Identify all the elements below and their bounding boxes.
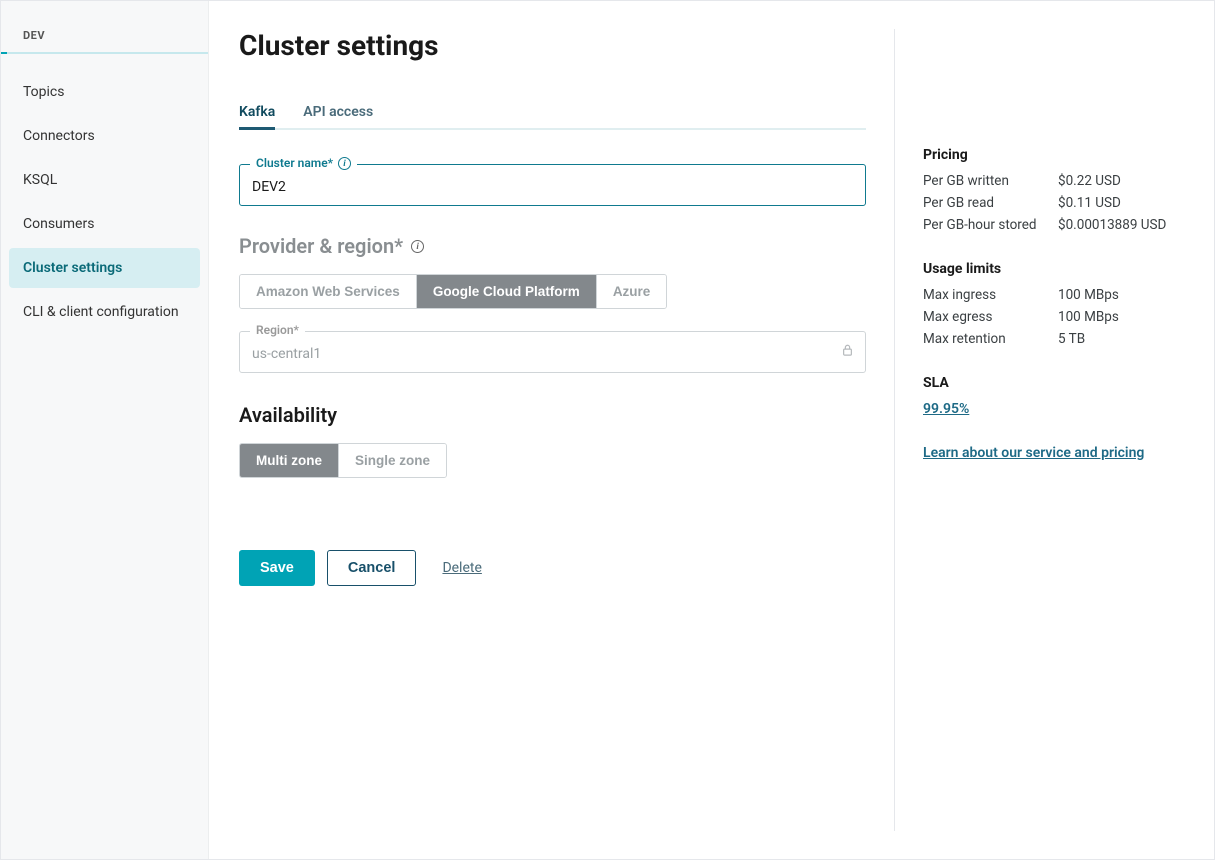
- save-button[interactable]: Save: [239, 550, 315, 586]
- info-panel: Pricing Per GB written$0.22 USD Per GB r…: [894, 29, 1184, 831]
- pricing-heading: Pricing: [923, 147, 1184, 163]
- cluster-name-input[interactable]: [252, 179, 853, 195]
- availability-option-multi[interactable]: Multi zone: [240, 444, 339, 477]
- tab-api-access[interactable]: API access: [303, 96, 373, 128]
- sla-heading: SLA: [923, 375, 1184, 391]
- sidebar-item-cli-config[interactable]: CLI & client configuration: [9, 292, 200, 332]
- region-value: us-central1: [252, 346, 321, 362]
- info-icon[interactable]: i: [411, 240, 424, 253]
- availability-segmented: Multi zone Single zone: [239, 443, 447, 478]
- usage-heading: Usage limits: [923, 261, 1184, 277]
- delete-link[interactable]: Delete: [442, 560, 481, 576]
- learn-more-link[interactable]: Learn about our service and pricing: [923, 445, 1144, 461]
- provider-segmented: Amazon Web Services Google Cloud Platfor…: [239, 274, 667, 309]
- sidebar-item-topics[interactable]: Topics: [9, 72, 200, 112]
- sidebar-env-label: DEV: [1, 29, 208, 54]
- sidebar-item-cluster-settings[interactable]: Cluster settings: [9, 248, 200, 288]
- provider-option-azure[interactable]: Azure: [597, 275, 667, 308]
- sidebar-item-connectors[interactable]: Connectors: [9, 116, 200, 156]
- usage-row: Max retention5 TB: [923, 331, 1184, 347]
- cluster-name-label: Cluster name*: [256, 156, 333, 170]
- cancel-button[interactable]: Cancel: [327, 550, 417, 586]
- sla-link[interactable]: 99.95%: [923, 401, 969, 417]
- tab-kafka[interactable]: Kafka: [239, 96, 275, 128]
- usage-row: Max ingress100 MBps: [923, 287, 1184, 303]
- pricing-row: Per GB read$0.11 USD: [923, 195, 1184, 211]
- tabs: Kafka API access: [239, 96, 866, 130]
- lock-icon: [842, 344, 853, 360]
- sidebar-item-consumers[interactable]: Consumers: [9, 204, 200, 244]
- region-field: Region* us-central1: [239, 331, 866, 373]
- availability-option-single[interactable]: Single zone: [339, 444, 446, 477]
- provider-option-gcp[interactable]: Google Cloud Platform: [417, 275, 597, 308]
- usage-row: Max egress100 MBps: [923, 309, 1184, 325]
- availability-heading: Availability: [239, 403, 866, 427]
- cluster-name-field[interactable]: Cluster name* i: [239, 164, 866, 206]
- pricing-row: Per GB written$0.22 USD: [923, 173, 1184, 189]
- region-label: Region*: [250, 323, 305, 337]
- sidebar-item-ksql[interactable]: KSQL: [9, 160, 200, 200]
- page-title: Cluster settings: [239, 29, 866, 62]
- provider-region-heading: Provider & region* i: [239, 234, 866, 258]
- sidebar: DEV Topics Connectors KSQL Consumers Clu…: [1, 1, 209, 859]
- info-icon[interactable]: i: [338, 157, 351, 170]
- pricing-row: Per GB-hour stored$0.00013889 USD: [923, 217, 1184, 233]
- provider-option-aws[interactable]: Amazon Web Services: [240, 275, 417, 308]
